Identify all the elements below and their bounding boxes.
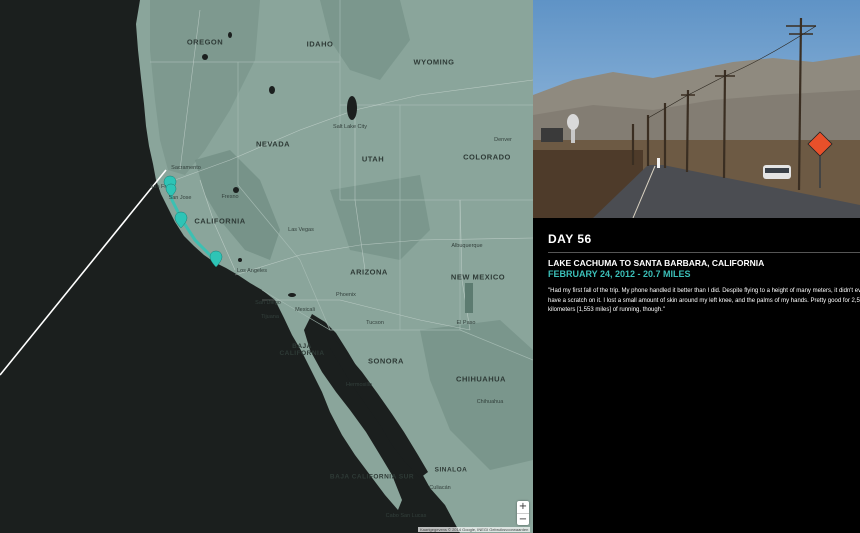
label-tijuana: Tijuana <box>261 314 279 320</box>
label-san-francisco: San Fr <box>149 184 167 190</box>
label-cabo: Cabo San Lucas <box>385 513 427 519</box>
label-los-angeles: Los Angeles <box>237 268 267 274</box>
label-california: CALIFORNIA <box>194 216 246 226</box>
label-las-vegas: Las Vegas <box>288 227 314 233</box>
map-panel[interactable]: OREGON IDAHO WYOMING NEVADA UTAH COLORAD… <box>0 0 533 533</box>
label-culiacan: Culiacán <box>429 485 451 491</box>
entry-quote-line-3: kilometers [1,553 miles] of running, tho… <box>548 307 665 313</box>
label-phoenix: Phoenix <box>336 292 356 298</box>
label-mexicali: Mexicali <box>295 307 315 313</box>
photo-road-scene <box>533 0 860 218</box>
label-salt-lake-city: Salt Lake City <box>333 124 367 130</box>
label-arizona: ARIZONA <box>350 267 388 277</box>
zoom-in-button[interactable]: + <box>517 501 529 513</box>
label-idaho: IDAHO <box>306 39 334 49</box>
entry-quote-line-2: have a scratch on it. I lost a small amo… <box>548 297 860 304</box>
label-el-paso: El Paso <box>456 320 476 326</box>
label-sacramento: Sacramento <box>171 165 201 171</box>
photo-runner <box>657 158 660 168</box>
label-sonora: SONORA <box>368 356 404 366</box>
label-baja-california-sur: BAJA CALIFORNIA SUR <box>329 473 415 481</box>
entry-quote-line-1: "Had my first fall of the trip. My phone… <box>548 288 860 294</box>
label-denver: Denver <box>494 137 512 143</box>
label-chihuahua-city: Chihuahua <box>476 399 504 405</box>
label-tucson: Tucson <box>366 320 384 326</box>
zoom-control: + − <box>517 501 529 525</box>
label-albuquerque: Albuquerque <box>451 243 483 249</box>
entry-panel: DAY 56 LAKE CACHUMA TO SANTA BARBARA, CA… <box>548 232 860 316</box>
divider <box>548 252 860 253</box>
zoom-out-button[interactable]: − <box>517 513 529 525</box>
label-sinaloa: SINALOA <box>434 466 468 474</box>
label-colorado: COLORADO <box>463 152 511 162</box>
date-distance: FEBRUARY 24, 2012 - 20.7 MILES <box>548 269 691 279</box>
entry-photo <box>533 0 860 218</box>
label-baja-california: BAJA CALIFORNIA <box>279 343 325 357</box>
map-canvas[interactable] <box>0 0 533 533</box>
label-hermosillo: Hermosillo <box>346 382 372 388</box>
label-fresno: Fresno <box>221 194 239 200</box>
route-title: LAKE CACHUMA TO SANTA BARBARA, CALIFORNI… <box>548 258 765 268</box>
label-chihuahua: CHIHUAHUA <box>456 374 506 384</box>
day-title: DAY 56 <box>548 232 592 246</box>
label-san-diego: San Diego <box>255 300 281 306</box>
map-attribution[interactable]: Kaartgegevens © 2014 Google, INEGI Gebru… <box>418 527 531 532</box>
label-san-jose: San Jose <box>168 195 192 201</box>
label-new-mexico: NEW MEXICO <box>450 272 506 282</box>
label-utah: UTAH <box>361 154 385 164</box>
label-wyoming: WYOMING <box>413 57 455 67</box>
label-oregon: OREGON <box>186 37 224 47</box>
label-nevada: NEVADA <box>255 139 291 149</box>
